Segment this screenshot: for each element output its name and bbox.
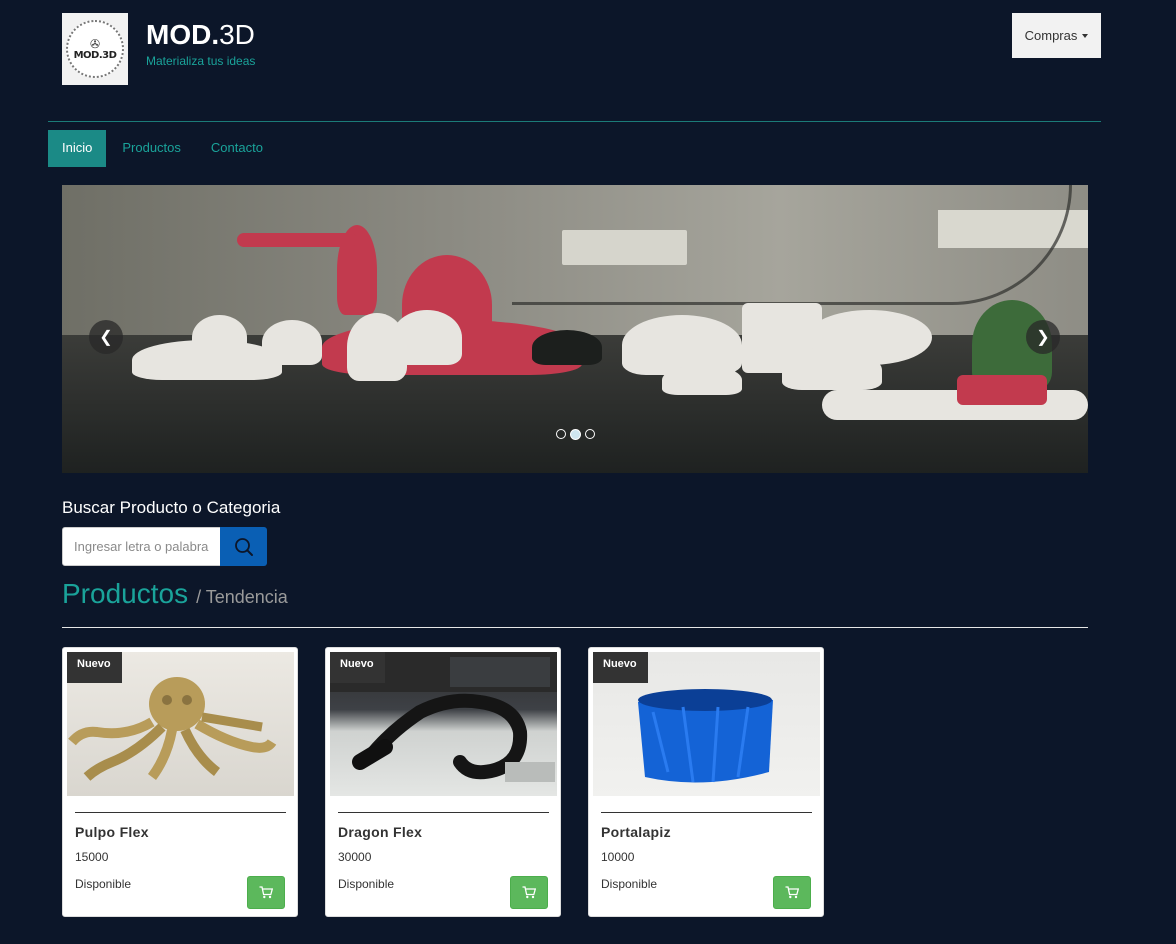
brand-title-light: 3D (219, 19, 255, 50)
logo-text: MOD.3D (73, 49, 117, 61)
carousel-photo-figure (782, 350, 882, 390)
chevron-right-icon: ❯ (1036, 329, 1050, 346)
carousel-photo-figure (662, 365, 742, 395)
brand-title: MOD.3D (146, 18, 255, 52)
brand: MOD.3D Materializa tus ideas (146, 18, 255, 68)
carousel-photo-cable (512, 185, 1072, 305)
carousel-photo-figure (392, 310, 462, 365)
product-status: Disponible (75, 877, 132, 891)
logo-emblem: ✇ MOD.3D (66, 20, 124, 78)
carousel-photo-figure (532, 330, 602, 365)
card-divider (338, 812, 549, 813)
nav-item-inicio[interactable]: Inicio (48, 130, 107, 167)
nav-item-productos[interactable]: Productos (108, 130, 195, 167)
card-divider (75, 812, 286, 813)
add-to-cart-button[interactable] (510, 876, 548, 909)
products-subtitle: / Tendencia (196, 587, 288, 607)
carousel-photo-figure (237, 233, 357, 247)
cart-icon (522, 886, 536, 899)
logo-symbol-icon: ✇ (89, 36, 101, 51)
product-name[interactable]: Portalapiz (601, 824, 671, 840)
search-button[interactable] (220, 527, 267, 566)
search-input[interactable] (62, 527, 221, 566)
new-badge: Nuevo (593, 652, 648, 683)
header-divider (48, 121, 1101, 122)
product-name[interactable]: Pulpo Flex (75, 824, 149, 840)
carousel-indicator-1[interactable] (556, 429, 566, 439)
product-price: 10000 (601, 850, 635, 864)
product-status: Disponible (601, 877, 658, 891)
main-nav: Inicio Productos Contacto (48, 130, 279, 167)
new-badge: Nuevo (67, 652, 122, 683)
cart-icon (259, 886, 273, 899)
compras-label: Compras (1024, 28, 1078, 43)
carousel-prev-button[interactable]: ❮ (89, 320, 123, 354)
add-to-cart-button[interactable] (773, 876, 811, 909)
site-logo[interactable]: ✇ MOD.3D (62, 13, 128, 85)
product-name[interactable]: Dragon Flex (338, 824, 422, 840)
products-heading: Productos / Tendencia (62, 578, 288, 610)
carousel-photo-figure (192, 315, 247, 360)
product-card[interactable]: Nuevo Portalapiz 10000 Disponible (588, 647, 824, 917)
add-to-cart-button[interactable] (247, 876, 285, 909)
product-status: Disponible (338, 877, 395, 891)
nav-item-contacto[interactable]: Contacto (197, 130, 277, 167)
carousel-photo-figure (262, 320, 322, 365)
carousel-indicator-2[interactable] (570, 428, 581, 440)
product-card[interactable]: Nuevo Dragon Flex 30000 Disponible (325, 647, 561, 917)
brand-tagline: Materializa tus ideas (146, 54, 256, 68)
new-badge: Nuevo (330, 652, 385, 683)
product-price: 15000 (75, 850, 109, 864)
products-title: Productos (62, 578, 189, 609)
carousel-photo-figure (822, 390, 1088, 420)
image-carousel[interactable]: ❮ ❯ (62, 185, 1088, 473)
brand-title-bold: MOD. (146, 19, 220, 50)
card-divider (601, 812, 812, 813)
carousel-photo-figure (957, 375, 1047, 405)
search-icon (234, 537, 253, 556)
products-divider (62, 627, 1088, 628)
search-title: Buscar Producto o Categoria (62, 498, 281, 517)
carousel-next-button[interactable]: ❯ (1026, 320, 1060, 354)
carousel-indicator-3[interactable] (585, 429, 595, 439)
product-price: 30000 (338, 850, 372, 864)
product-card[interactable]: Nuevo Pulpo Flex 15000 Disponible (62, 647, 298, 917)
chevron-left-icon: ❮ (99, 329, 113, 346)
caret-down-icon (1082, 33, 1089, 38)
compras-dropdown-button[interactable]: Compras (1012, 13, 1101, 58)
carousel-indicators (556, 428, 595, 440)
cart-icon (785, 886, 799, 899)
